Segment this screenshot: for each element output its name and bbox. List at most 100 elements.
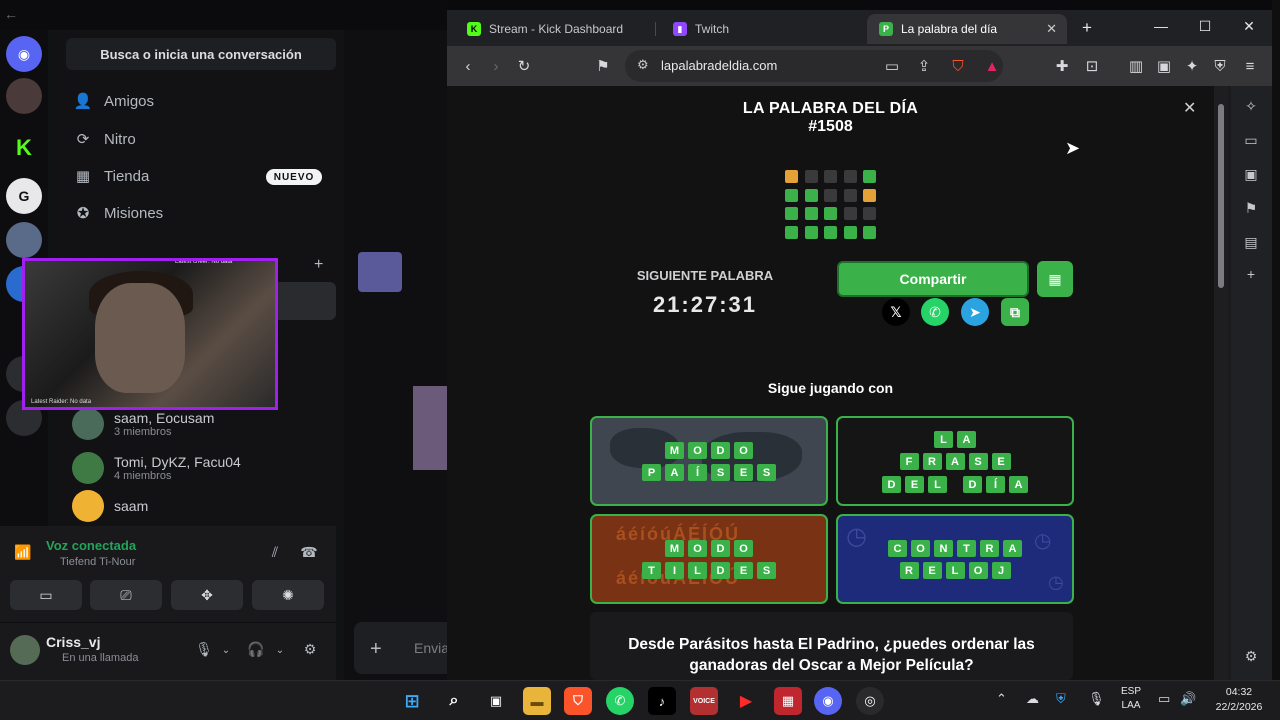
app-icon[interactable]: VOICE xyxy=(690,687,718,715)
brave-shield-icon[interactable]: ⛉ xyxy=(947,55,969,77)
wallet-sidebar-icon[interactable]: ▣ xyxy=(1241,166,1261,186)
site-settings-icon[interactable]: ⚙ xyxy=(637,57,649,73)
add-sidebar-icon[interactable]: + xyxy=(1241,266,1261,286)
discord-taskbar-icon[interactable]: ◉ xyxy=(814,687,842,715)
chevron-down-icon[interactable]: ⌄ xyxy=(268,645,292,667)
talk-icon[interactable]: ▭ xyxy=(1241,132,1261,152)
copy-button[interactable]: ⧉ xyxy=(1001,298,1029,326)
dm-item-saam[interactable]: saam xyxy=(72,486,148,526)
tab-palabra[interactable]: P La palabra del día ✕ xyxy=(867,14,1067,44)
chat-image[interactable] xyxy=(358,252,402,292)
sidebar-settings-icon[interactable]: ⚙ xyxy=(1241,648,1261,668)
letter-tile: E xyxy=(734,562,753,579)
kick-server-icon[interactable]: K xyxy=(6,130,42,166)
close-icon[interactable]: ✕ xyxy=(1183,98,1199,117)
discord-home-icon[interactable]: ◉ xyxy=(6,36,42,72)
onedrive-icon[interactable]: ☁ xyxy=(1026,691,1039,707)
back-arrow-icon[interactable]: ← xyxy=(4,6,18,22)
scrollbar-thumb[interactable] xyxy=(1218,104,1224,288)
wallet-icon[interactable]: ▣ xyxy=(1153,55,1175,77)
tab-kick[interactable]: K Stream - Kick Dashboard xyxy=(455,14,651,44)
file-explorer-icon[interactable]: ▬ xyxy=(523,687,551,715)
dm-item-group[interactable]: Tomi, DyKZ, Facu04 4 miembros xyxy=(72,448,241,488)
screenshot-icon[interactable]: ⊡ xyxy=(1081,55,1103,77)
mode-card-paises[interactable]: MODO PAÍSES xyxy=(590,416,828,506)
disconnect-icon[interactable]: ☎ xyxy=(298,544,320,564)
task-view-icon[interactable]: ▣ xyxy=(482,687,510,715)
nav-shop[interactable]: ▦ Tienda xyxy=(74,161,149,191)
nav-nitro[interactable]: ⟳ Nitro xyxy=(74,124,136,154)
share-telegram-button[interactable]: ➤ xyxy=(961,298,989,326)
headphones-icon[interactable]: 🎧 xyxy=(244,641,268,663)
minimize-icon[interactable]: — xyxy=(1151,18,1171,38)
settings-gear-icon[interactable]: ⚙ xyxy=(298,641,322,663)
close-tab-icon[interactable]: ✕ xyxy=(1046,21,1057,37)
clock[interactable]: 04:32 22/2/2026 xyxy=(1206,685,1272,715)
dm-name: Tomi, DyKZ, Facu04 xyxy=(114,454,241,470)
brave-browser-icon[interactable]: ⛉ xyxy=(564,687,592,715)
soundboard-button[interactable]: ✺ xyxy=(252,580,324,610)
game-app-icon[interactable]: ▦ xyxy=(774,687,802,715)
mode-card-frase[interactable]: LA FRASE DELDÍA xyxy=(836,416,1074,506)
attach-plus-icon[interactable]: + xyxy=(370,638,382,661)
leo-ai-icon[interactable]: ✦ xyxy=(1181,55,1203,77)
mode-card-tildes[interactable]: áéíóúÁÉÍÓÚ áéíóúÁÉÍÓÚ MODO TILDES xyxy=(590,514,828,604)
noise-suppression-icon[interactable]: ⫽ xyxy=(264,544,286,564)
vpn-icon[interactable]: ⛨ xyxy=(1209,55,1231,77)
nav-quests[interactable]: ✪ Misiones xyxy=(74,198,163,228)
grid-view-button[interactable]: ▦ xyxy=(1037,261,1073,297)
avatar[interactable] xyxy=(10,635,40,665)
camera-button[interactable]: ▭ xyxy=(10,580,82,610)
share-x-button[interactable]: 𝕏 xyxy=(882,298,910,326)
microphone-icon[interactable]: 🎙 xyxy=(192,641,216,663)
cast-icon[interactable]: ▭ xyxy=(881,55,903,77)
language-indicator[interactable]: ESP LAA xyxy=(1118,685,1144,713)
bookmark-icon[interactable]: ⚑ xyxy=(592,55,614,77)
obs-icon[interactable]: ◎ xyxy=(856,687,884,715)
share-button[interactable]: Compartir xyxy=(837,261,1029,297)
dm-item-partial[interactable]: saam, Eocusam 3 miembros xyxy=(72,404,214,444)
network-icon[interactable]: ▭ xyxy=(1158,691,1170,707)
dm-search-button[interactable]: Busca o inicia una conversación xyxy=(66,38,336,70)
grid-cell-dark xyxy=(843,207,857,220)
tiktok-icon[interactable]: ♪ xyxy=(648,687,676,715)
leo-sidebar-icon[interactable]: ✧ xyxy=(1241,98,1261,118)
defender-icon[interactable]: ⛨ xyxy=(1056,691,1066,707)
server-avatar-2[interactable]: G xyxy=(6,178,42,214)
add-dm-icon[interactable]: + xyxy=(314,256,323,274)
bookmarks-sidebar-icon[interactable]: ⚑ xyxy=(1241,200,1261,220)
chat-image[interactable] xyxy=(413,386,447,470)
chevron-up-icon[interactable]: ⌃ xyxy=(996,691,1007,707)
menu-icon[interactable]: ≡ xyxy=(1239,55,1261,77)
brave-rewards-icon[interactable]: ▲ xyxy=(981,55,1003,77)
windows-start-icon[interactable]: ⊞ xyxy=(398,687,426,715)
mode-card-reloj[interactable]: ◷ ◷ ◷ CONTRA RELOJ xyxy=(836,514,1074,604)
new-tab-icon[interactable]: + xyxy=(1077,18,1097,38)
maximize-icon[interactable]: ☐ xyxy=(1195,18,1215,38)
signal-icon[interactable]: 📶 xyxy=(14,544,34,564)
volume-icon[interactable]: 🔊 xyxy=(1180,691,1196,707)
nav-friends[interactable]: 👤 Amigos xyxy=(74,86,154,116)
promo-card[interactable]: Desde Parásitos hasta El Padrino, ¿puede… xyxy=(590,612,1073,680)
forward-icon[interactable]: › xyxy=(485,55,507,77)
activities-button[interactable]: ✥ xyxy=(171,580,243,610)
share-page-icon[interactable]: ⇪ xyxy=(913,55,935,77)
server-avatar-3[interactable] xyxy=(6,222,42,258)
whatsapp-icon[interactable]: ✆ xyxy=(606,687,634,715)
microphone-tray-icon[interactable]: 🎙 xyxy=(1088,691,1105,707)
reload-icon[interactable]: ↻ xyxy=(513,55,535,77)
sidebar-toggle-icon[interactable]: ▥ xyxy=(1125,55,1147,77)
tab-twitch[interactable]: ▮ Twitch xyxy=(661,14,857,44)
extensions-icon[interactable]: ✚ xyxy=(1051,55,1073,77)
voice-channel-name[interactable]: Tiefend Ti-Nour xyxy=(60,556,135,568)
share-whatsapp-button[interactable]: ✆ xyxy=(921,298,949,326)
youtube-icon[interactable]: ▶ xyxy=(732,687,760,715)
reading-list-icon[interactable]: ▤ xyxy=(1241,234,1261,254)
back-icon[interactable]: ‹ xyxy=(457,55,479,77)
server-avatar-1[interactable] xyxy=(6,78,42,114)
close-window-icon[interactable]: ✕ xyxy=(1239,18,1259,38)
chevron-down-icon[interactable]: ⌄ xyxy=(214,645,238,667)
letter-tile: O xyxy=(911,540,930,557)
search-icon[interactable]: ⌕ xyxy=(440,687,468,715)
screenshare-button[interactable]: ⎚ xyxy=(90,580,162,610)
